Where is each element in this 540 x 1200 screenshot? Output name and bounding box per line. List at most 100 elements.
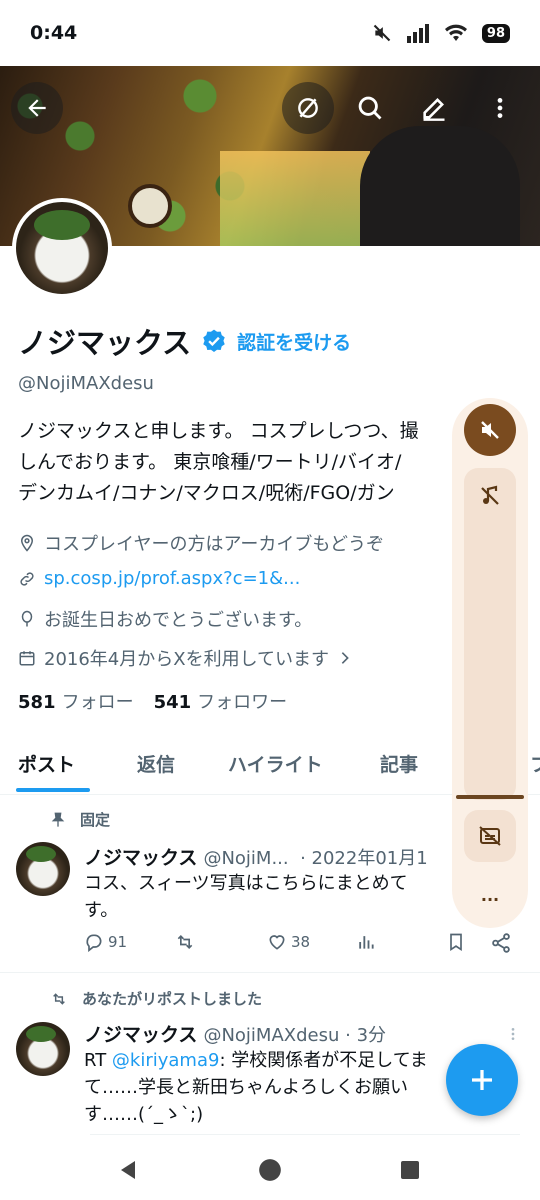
volume-more-button[interactable]: ... <box>452 886 528 905</box>
pin-icon <box>51 812 65 827</box>
repost-label: あなたがリポストしました <box>50 988 262 1009</box>
bookmark-icon <box>450 933 462 952</box>
like-button[interactable]: 38 <box>267 932 310 952</box>
tab-posts[interactable]: ポスト <box>18 750 75 777</box>
search-icon <box>358 96 382 120</box>
system-nav-bar <box>0 1140 540 1200</box>
tweet-body[interactable]: コス、スィーツ写真はこちらにまとめて す。 <box>84 870 459 924</box>
status-bar: 0:44 98 <box>0 0 540 66</box>
heart-icon <box>269 935 285 950</box>
following-count: 581 <box>18 692 56 713</box>
tweet-more-icon[interactable] <box>505 1024 521 1044</box>
website-link[interactable]: sp.cosp.jp/prof.aspx?c=1&... <box>44 568 300 589</box>
joined-text: 2016年4月からXを利用しています <box>44 649 330 670</box>
profile-joined[interactable]: 2016年4月からXを利用しています <box>18 645 353 671</box>
tab-replies[interactable]: 返信 <box>137 750 175 777</box>
profile-avatar[interactable] <box>12 198 112 298</box>
caption-off-icon <box>479 826 501 846</box>
tweet-avatar[interactable] <box>16 1022 70 1076</box>
music-mute-icon <box>481 485 499 505</box>
retweet-icon <box>177 934 193 950</box>
tweet-text-line: RT @kiriyama9: 学校関係者が不足してま <box>84 1047 459 1074</box>
get-verified-link[interactable]: 認証を受ける <box>237 328 351 355</box>
reply-count: 91 <box>108 933 128 951</box>
category-text: コスプレイヤーの方はアーカイブもどうぞ <box>44 534 385 555</box>
pinned-text: 固定 <box>80 811 111 829</box>
bio-line: ノジマックスと申します。 コスプレしつつ、撮 <box>18 420 419 442</box>
battery-indicator: 98 <box>481 23 510 43</box>
grok-button[interactable] <box>282 82 334 134</box>
signal-icon <box>406 24 429 43</box>
followers-label: フォロワー <box>197 692 288 713</box>
active-tab-indicator <box>16 788 90 792</box>
tweet-header: ノジマックス @NojiM... · 2022年01月1 <box>84 843 464 870</box>
tweet-avatar[interactable] <box>16 842 70 896</box>
mention-link[interactable]: @kiriyama9 <box>112 1050 220 1071</box>
banner-window <box>220 151 370 246</box>
volume-slider-handle[interactable] <box>456 795 524 799</box>
bar-chart-icon <box>359 936 374 949</box>
mute-icon <box>373 24 391 42</box>
volume-slider[interactable] <box>464 468 516 800</box>
following-link[interactable]: 581 フォロー <box>18 688 134 714</box>
share-button[interactable] <box>490 932 512 954</box>
tweet-author-name[interactable]: ノジマックス <box>84 1024 197 1046</box>
followers-link[interactable]: 541 フォロワー <box>154 688 288 714</box>
ringer-mute-button[interactable] <box>464 404 516 456</box>
status-icons: 98 <box>372 23 510 43</box>
search-button[interactable] <box>344 82 396 134</box>
nav-back-icon[interactable] <box>116 1158 140 1182</box>
profile-category: コスプレイヤーの方はアーカイブもどうぞ <box>18 530 384 556</box>
back-button[interactable] <box>11 82 63 134</box>
profile-name: ノジマックス <box>18 326 192 360</box>
profile-bio: ノジマックスと申します。 コスプレしつつ、撮 しんでおります。 東京喰種/ワート… <box>18 416 468 509</box>
rt-prefix: RT <box>84 1050 112 1071</box>
reply-button[interactable]: 91 <box>84 932 127 952</box>
edit-button[interactable] <box>408 82 460 134</box>
tweet-actions: 91 38 <box>84 932 524 962</box>
bookmark-button[interactable] <box>446 932 466 952</box>
more-options-button[interactable] <box>474 82 526 134</box>
location-pin-icon <box>20 534 34 552</box>
pinned-label: 固定 <box>50 809 110 830</box>
plus-icon <box>472 1070 492 1090</box>
nav-home-icon[interactable] <box>257 1157 283 1183</box>
profile-birthday: お誕生日おめでとうございます。 <box>18 606 312 632</box>
retweet-button[interactable] <box>174 932 196 952</box>
reply-icon <box>86 934 102 952</box>
views-button[interactable] <box>356 932 376 952</box>
tab-media[interactable]: フ <box>530 750 540 777</box>
pencil-icon <box>423 98 445 121</box>
retweet-small-icon <box>53 992 65 1005</box>
followers-count: 541 <box>153 692 192 713</box>
verified-badge-icon <box>203 329 225 352</box>
status-time: 0:44 <box>30 22 78 44</box>
tab-highlights[interactable]: ハイライト <box>228 750 323 777</box>
like-count: 38 <box>291 933 311 951</box>
tweet-body[interactable]: RT @kiriyama9: 学校関係者が不足してま て……学長と新田ちゃんよろ… <box>84 1047 459 1128</box>
calendar-icon <box>19 651 35 666</box>
compose-fab[interactable] <box>446 1044 518 1116</box>
live-caption-button[interactable] <box>464 810 516 862</box>
tab-articles[interactable]: 記事 <box>380 750 418 777</box>
grok-icon <box>298 98 318 118</box>
banner-clock <box>128 184 172 228</box>
follow-stats: 581 フォロー 541 フォロワー <box>18 688 287 714</box>
volume-panel: ... <box>452 398 528 928</box>
profile-handle: @NojiMAXdesu <box>18 373 154 394</box>
tweet-text-part: : 学校関係者が不足してま <box>219 1050 428 1071</box>
profile-name-row: ノジマックス 認証を受ける <box>18 320 351 362</box>
tweet-author-name[interactable]: ノジマックス <box>84 847 197 869</box>
share-icon <box>492 933 510 953</box>
bio-line: しんでおります。 東京喰種/ワートリ/バイオ/ <box>18 451 402 473</box>
tweet-text-line: コス、スィーツ写真はこちらにまとめて <box>84 873 408 894</box>
banner-person <box>360 126 520 246</box>
nav-recents-icon[interactable] <box>398 1158 422 1182</box>
tweet-header: ノジマックス @NojiMAXdesu · 3分 <box>84 1020 464 1047</box>
tweet-text-line: て……学長と新田ちゃんよろしくお願い <box>84 1077 408 1098</box>
following-label: フォロー <box>61 692 134 713</box>
profile-website[interactable]: sp.cosp.jp/prof.aspx?c=1&... <box>18 568 300 589</box>
tweet-text-line: す。 <box>84 900 119 921</box>
arrow-left-icon <box>28 99 46 117</box>
chevron-right-icon <box>341 652 349 664</box>
